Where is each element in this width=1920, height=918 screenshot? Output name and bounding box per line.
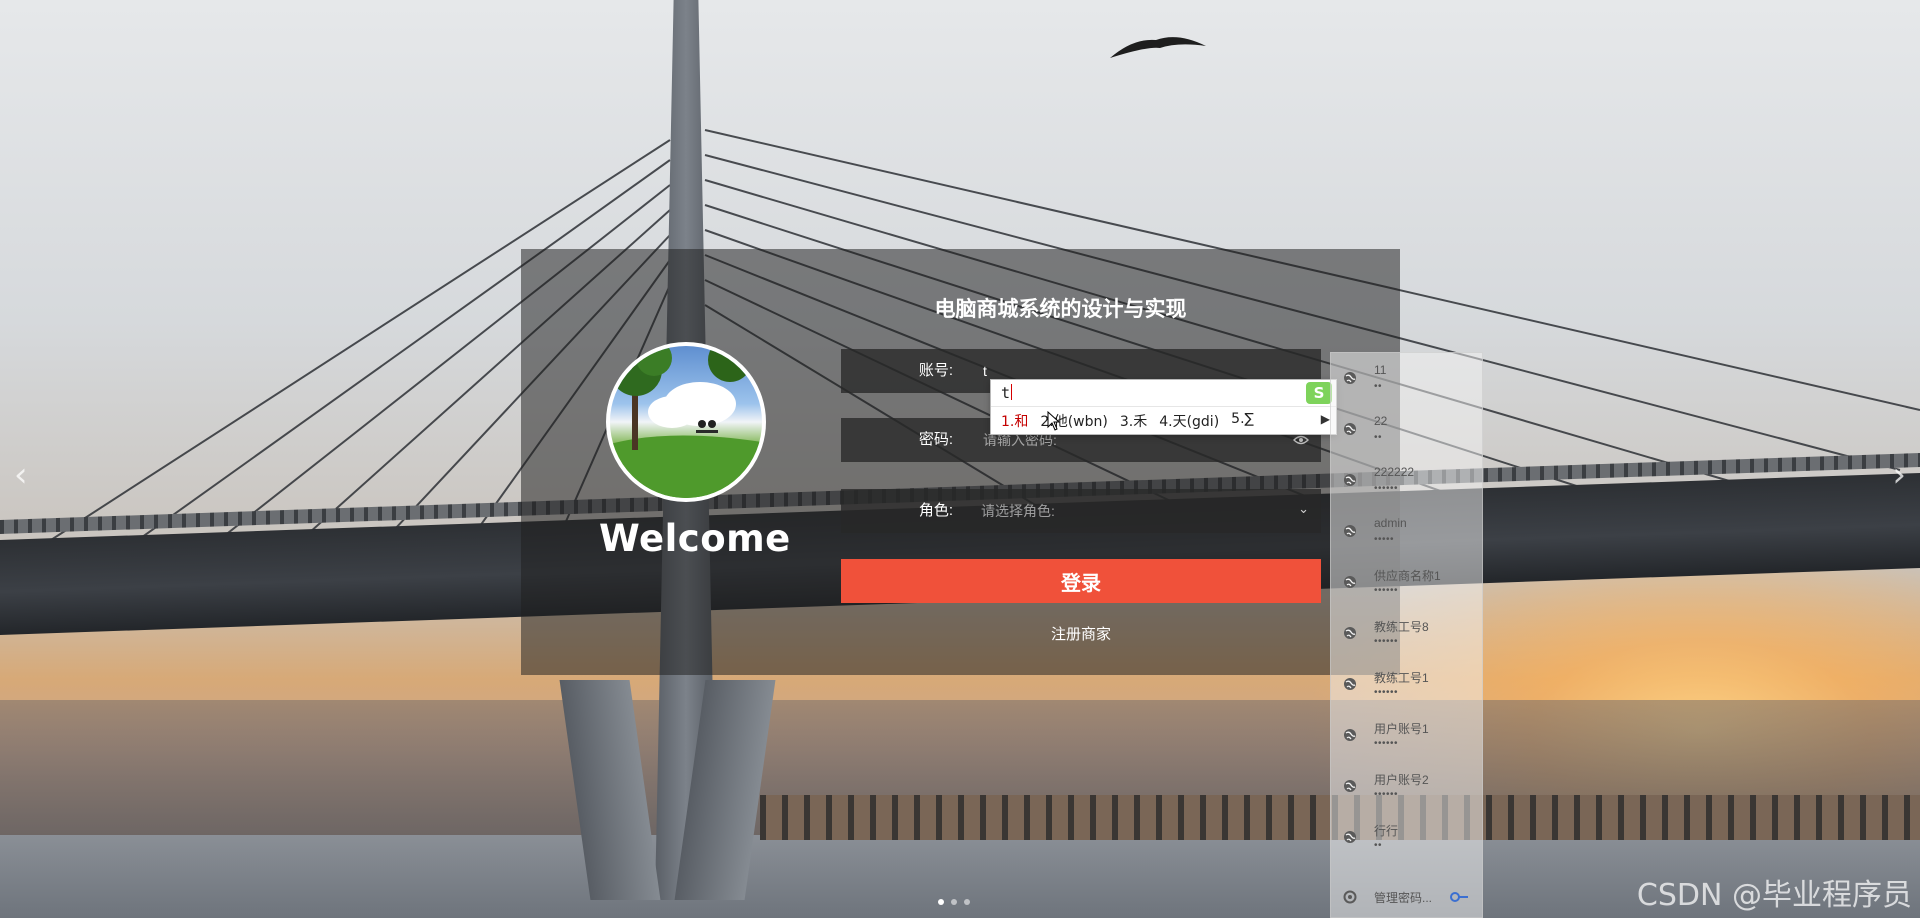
welcome-text: Welcome [599,517,791,560]
globe-icon [1343,830,1357,849]
mouse-cursor-icon [1047,411,1061,431]
saved-password-item[interactable]: 供应商名称1 •••••• [1331,557,1482,608]
carousel-prev-button[interactable]: ‹ [14,455,28,495]
manage-passwords-item[interactable]: 管理密码... [1331,877,1482,917]
globe-icon [1343,677,1357,696]
ime-candidate-window: t S 1.和 2.他(wbn) 3.禾 4.天(gdi) 5.∑ ▶ [990,379,1337,435]
saved-username: 用户账号1 [1374,722,1429,736]
saved-password-mask: •••••• [1374,483,1399,494]
ime-candidate[interactable]: 5.∑ [1231,411,1254,431]
ime-candidate[interactable]: 3.禾 [1120,411,1147,431]
settings-icon [1343,890,1357,909]
page-title: 电脑商城系统的设计与实现 [934,298,1187,321]
background-carousel: ‹ › CSDN @毕业程序员 电脑商城系统的设计与实现 Welcome 账号:… [0,0,1920,918]
saved-username: 11 [1374,363,1387,377]
saved-username: 教练工号1 [1374,671,1429,685]
saved-username: 供应商名称1 [1374,569,1441,583]
avatar-illustration [610,346,762,498]
saved-password-mask: •••••• [1374,636,1399,647]
saved-password-mask: •••••• [1374,738,1399,749]
saved-username: 行行 [1374,824,1399,838]
saved-password-mask: •• [1374,381,1383,392]
ime-candidate[interactable]: 1.和 [1001,411,1028,431]
bird-icon [1110,37,1206,58]
chevron-down-icon: ⌄ [1298,501,1309,516]
watermark: CSDN @毕业程序员 [1636,878,1912,913]
ime-divider [991,406,1336,407]
saved-username: 22 [1374,414,1388,428]
globe-icon [1343,779,1357,798]
saved-password-mask: •••••• [1374,789,1399,800]
carousel-next-button[interactable]: › [1892,455,1906,495]
globe-icon [1343,371,1357,390]
manage-passwords-label: 管理密码... [1374,891,1433,905]
ime-next-page-icon[interactable]: ▶ [1321,412,1330,426]
carousel-dot[interactable] [938,899,944,905]
saved-password-item[interactable]: 教练工号8 •••••• [1331,608,1482,659]
ime-composition: t [1001,384,1013,402]
globe-icon [1343,473,1357,492]
ime-candidate[interactable]: 4.天(gdi) [1159,411,1219,431]
eye-icon[interactable] [1293,434,1309,446]
globe-icon [1343,422,1357,441]
saved-password-mask: •• [1374,432,1383,443]
role-label: 角色: [918,502,953,519]
saved-password-item[interactable]: 用户账号1 •••••• [1331,710,1482,761]
role-row: 角色: 请选择角色: ⌄ [841,489,1321,533]
login-panel: 电脑商城系统的设计与实现 Welcome 账号: 密码: [521,249,1400,675]
globe-icon [1343,575,1357,594]
text-caret [1011,384,1013,400]
globe-icon [1343,728,1357,747]
saved-password-item[interactable]: 用户账号2 •••••• [1331,761,1482,812]
saved-password-item[interactable]: admin ••••• [1331,506,1482,557]
role-select[interactable]: 请选择角色: [981,489,1281,533]
avatar [606,342,766,502]
saved-password-mask: ••••• [1374,534,1395,545]
chevron-right-icon: › [1892,455,1906,495]
saved-password-item[interactable]: 222222 •••••• [1331,455,1482,506]
carousel-dot[interactable] [964,899,970,905]
chevron-left-icon: ‹ [14,455,28,495]
ime-candidate-list: 1.和 2.他(wbn) 3.禾 4.天(gdi) 5.∑ [1001,411,1254,431]
saved-password-mask: •••••• [1374,687,1399,698]
globe-icon [1343,524,1357,543]
saved-username: 222222 [1374,465,1415,479]
key-icon [1450,890,1470,908]
globe-icon [1343,626,1357,645]
saved-password-item[interactable]: 11 •• [1331,353,1482,404]
carousel-dot[interactable] [951,899,957,905]
saved-password-mask: •••••• [1374,585,1399,596]
saved-username: admin [1374,516,1407,530]
sogou-logo-icon: S [1306,382,1332,404]
register-merchant-link[interactable]: 注册商家 [841,623,1321,644]
saved-password-item[interactable]: 行行 •• [1331,812,1482,863]
ime-composition-text: t [1001,384,1011,402]
saved-username: 教练工号8 [1374,620,1429,634]
password-label: 密码: [918,431,953,448]
saved-password-item[interactable]: 教练工号1 •••••• [1331,659,1482,710]
saved-password-item[interactable]: 22 •• [1331,404,1482,455]
role-placeholder: 请选择角色: [981,503,1055,519]
login-button[interactable]: 登录 [841,559,1321,603]
saved-username: 用户账号2 [1374,773,1429,787]
saved-password-dropdown: 11 •• 22 •• 222222 •••••• admin ••••• 供应商名称1 ••••… [1330,352,1483,918]
saved-password-mask: •• [1374,840,1383,851]
account-label: 账号: [918,362,953,379]
carousel-indicators [938,899,970,905]
